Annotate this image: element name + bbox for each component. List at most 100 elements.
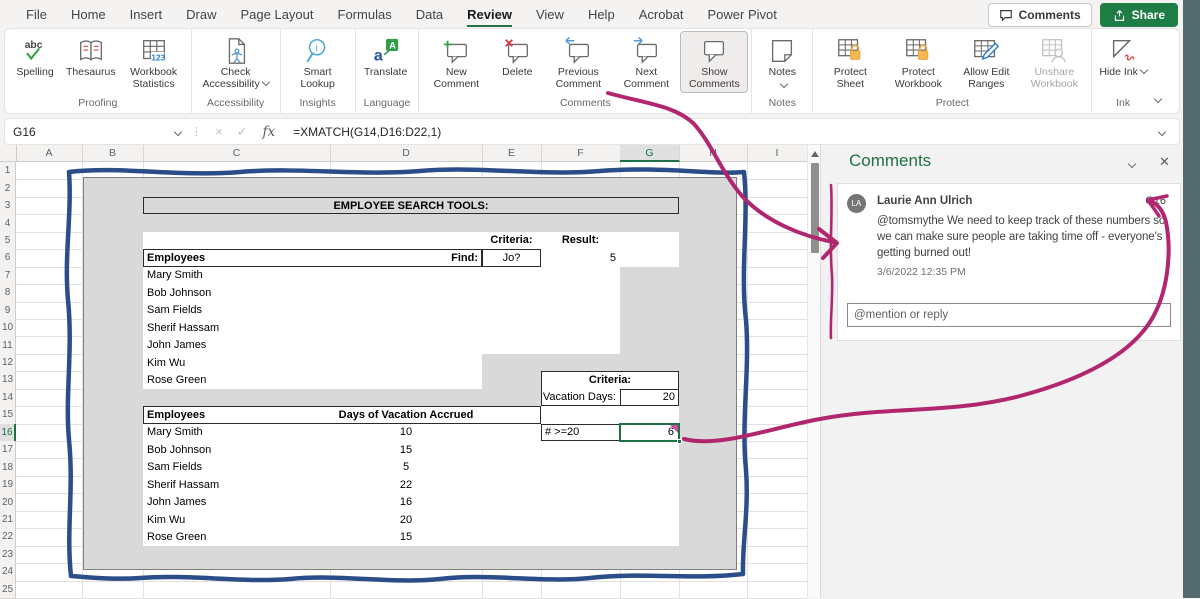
column-header-C[interactable]: C [143, 145, 331, 161]
protect-sheet-button[interactable]: Protect Sheet [816, 31, 884, 93]
new-comment-button[interactable]: New Comment [422, 31, 490, 93]
row-header-24[interactable]: 24 [0, 563, 16, 581]
cell-D22[interactable]: 15 [330, 528, 482, 545]
tab-draw[interactable]: Draw [174, 1, 228, 27]
row-header-6[interactable]: 6 [0, 249, 16, 267]
cell-C7[interactable]: Mary Smith [143, 267, 330, 284]
cell-D21[interactable]: 20 [330, 511, 482, 528]
tab-data[interactable]: Data [404, 1, 455, 27]
row-header-23[interactable]: 23 [0, 546, 16, 564]
delete-comment-button[interactable]: Delete [490, 31, 544, 82]
reply-input[interactable] [847, 303, 1171, 327]
row-header-16[interactable]: 16 [0, 424, 16, 442]
row-header-21[interactable]: 21 [0, 511, 16, 529]
previous-comment-button[interactable]: Previous Comment [544, 31, 612, 93]
hide-ink-button[interactable]: Hide Ink [1095, 31, 1151, 82]
row-header-15[interactable]: 15 [0, 406, 16, 424]
cell-D19[interactable]: 22 [330, 476, 482, 493]
tab-view[interactable]: View [524, 1, 576, 27]
share-button[interactable]: Share [1100, 3, 1178, 27]
expand-formula-bar-chevron[interactable] [1158, 127, 1166, 135]
cell-D18[interactable]: 5 [330, 458, 482, 475]
formula-input[interactable]: =XMATCH(G14,D16:D22,1) [293, 125, 1156, 139]
row-header-5[interactable]: 5 [0, 232, 16, 250]
protect-workbook-button[interactable]: Protect Workbook [884, 31, 952, 93]
cell-D6[interactable]: Find: [330, 249, 482, 266]
row-header-1[interactable]: 1 [0, 162, 16, 180]
vertical-scrollbar[interactable] [807, 145, 821, 598]
row-header-17[interactable]: 17 [0, 441, 16, 459]
row-header-2[interactable]: 2 [0, 179, 16, 197]
cell-C8[interactable]: Bob Johnson [143, 284, 330, 301]
column-header-E[interactable]: E [482, 145, 542, 161]
row-header-18[interactable]: 18 [0, 458, 16, 476]
cell-C19[interactable]: Sherif Hassam [143, 476, 330, 493]
cell-G14[interactable]: 20 [620, 389, 679, 406]
enter-icon[interactable]: ✓ [237, 124, 248, 140]
tab-file[interactable]: File [14, 1, 59, 27]
cell-C20[interactable]: John James [143, 493, 330, 510]
column-header-H[interactable]: H [679, 145, 748, 161]
tab-page-layout[interactable]: Page Layout [229, 1, 326, 27]
insert-function-icon[interactable]: fx [263, 124, 276, 140]
workbook-statistics-button[interactable]: 123 Workbook Statistics [120, 31, 188, 93]
comments-toggle-button[interactable]: Comments [988, 3, 1092, 27]
spelling-button[interactable]: abc Spelling [8, 31, 62, 82]
tab-help[interactable]: Help [576, 1, 627, 27]
cell-C10[interactable]: Sherif Hassam [143, 319, 330, 336]
row-header-22[interactable]: 22 [0, 528, 16, 546]
column-header-A[interactable]: A [16, 145, 83, 161]
pane-close-icon[interactable]: ✕ [1159, 154, 1170, 170]
cell-E5[interactable]: Criteria: [482, 232, 541, 249]
cell-D17[interactable]: 15 [330, 441, 482, 458]
cell-E6[interactable]: Jo? [482, 249, 541, 266]
row-header-11[interactable]: 11 [0, 336, 16, 354]
cell-D15[interactable]: Days of Vacation Accrued [330, 406, 482, 423]
row-header-12[interactable]: 12 [0, 354, 16, 372]
cell-F5[interactable]: Result: [541, 232, 620, 249]
comment-cell-ref[interactable]: G16 [1145, 195, 1166, 207]
cell-C11[interactable]: John James [143, 336, 330, 353]
cell-C18[interactable]: Sam Fields [143, 458, 330, 475]
cell-C22[interactable]: Rose Green [143, 528, 330, 545]
column-header-F[interactable]: F [541, 145, 621, 161]
row-header-3[interactable]: 3 [0, 197, 16, 215]
show-comments-button[interactable]: Show Comments [680, 31, 748, 93]
row-header-4[interactable]: 4 [0, 214, 16, 232]
tab-insert[interactable]: Insert [118, 1, 175, 27]
name-box[interactable]: G16 [5, 125, 181, 139]
comment-thread-card[interactable]: LA Laurie Ann Ulrich G16 @tomsmythe We n… [837, 183, 1181, 341]
row-header-25[interactable]: 25 [0, 581, 16, 599]
cell-C13[interactable]: Rose Green [143, 371, 330, 388]
row-header-19[interactable]: 19 [0, 476, 16, 494]
column-header-I[interactable]: I [747, 145, 808, 161]
cell-C12[interactable]: Kim Wu [143, 354, 330, 371]
next-comment-button[interactable]: Next Comment [612, 31, 680, 93]
cell-C15[interactable]: Employees [143, 406, 330, 423]
cell-F6[interactable]: 5 [541, 249, 620, 266]
row-header-10[interactable]: 10 [0, 319, 16, 337]
notes-button[interactable]: Notes [755, 31, 809, 90]
cell-C9[interactable]: Sam Fields [143, 302, 330, 319]
allow-edit-ranges-button[interactable]: Allow Edit Ranges [952, 31, 1020, 93]
tab-home[interactable]: Home [59, 1, 118, 27]
scrollbar-thumb[interactable] [811, 163, 819, 253]
cell-D20[interactable]: 16 [330, 493, 482, 510]
select-all-corner[interactable] [0, 145, 17, 161]
tab-formulas[interactable]: Formulas [326, 1, 404, 27]
name-box-chevron-icon[interactable] [174, 127, 182, 135]
cell-C21[interactable]: Kim Wu [143, 511, 330, 528]
tab-review[interactable]: Review [455, 1, 524, 27]
cell-C3:G3[interactable]: EMPLOYEE SEARCH TOOLS: [143, 197, 679, 214]
thesaurus-button[interactable]: Thesaurus [62, 31, 120, 82]
row-header-14[interactable]: 14 [0, 389, 16, 407]
cell-D16[interactable]: 10 [330, 424, 482, 441]
fill-handle[interactable] [677, 439, 682, 444]
row-header-9[interactable]: 9 [0, 302, 16, 320]
column-header-B[interactable]: B [82, 145, 144, 161]
row-header-8[interactable]: 8 [0, 284, 16, 302]
pane-options-chevron[interactable] [1128, 160, 1136, 168]
cell-F13:G13[interactable]: Criteria: [541, 371, 679, 388]
cell-F14[interactable]: Vacation Days: [541, 389, 620, 406]
smart-lookup-button[interactable]: i Smart Lookup [284, 31, 352, 93]
